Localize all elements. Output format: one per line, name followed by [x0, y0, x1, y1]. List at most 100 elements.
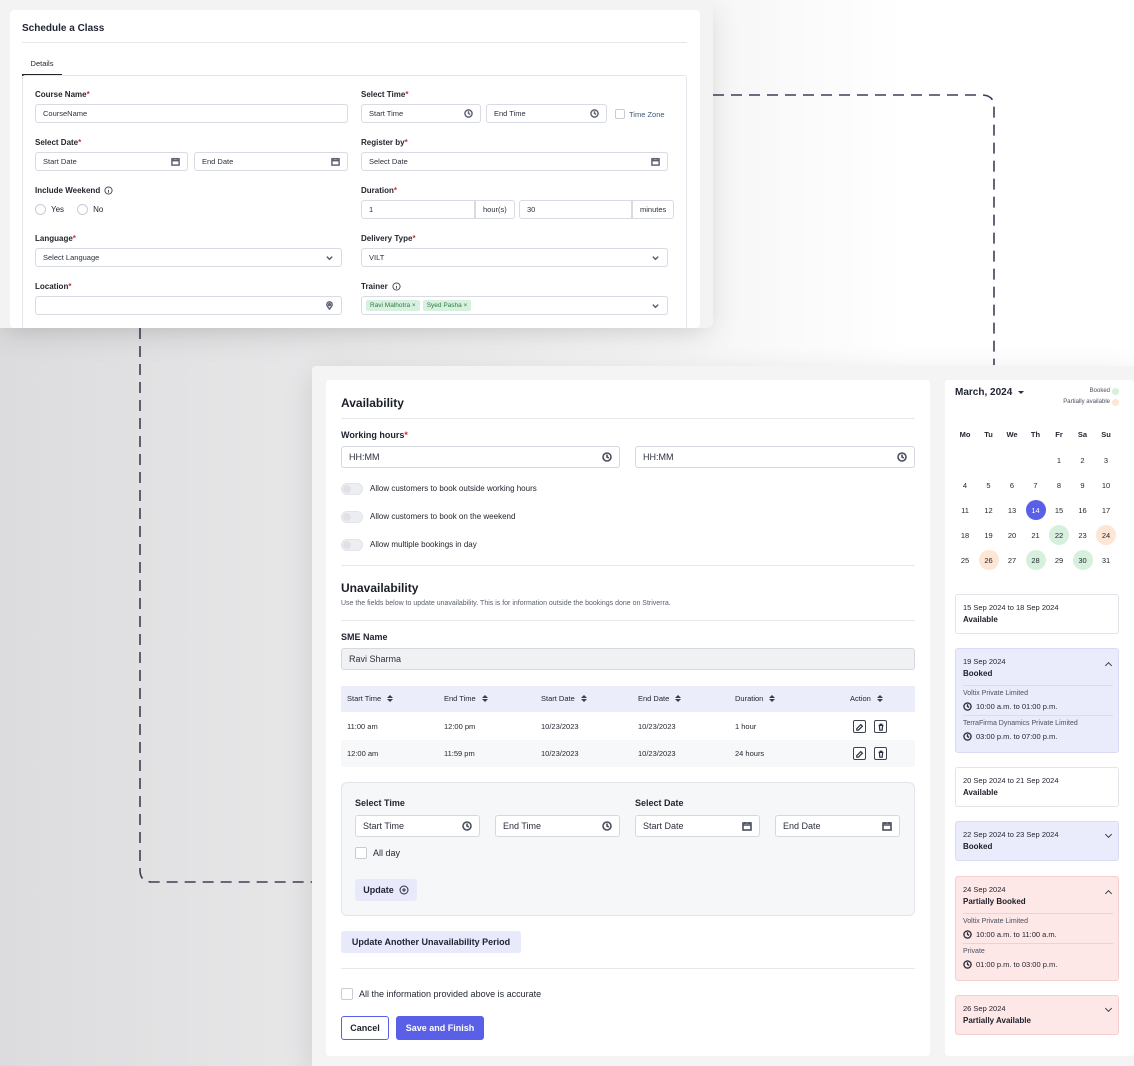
slot-status: Partially Booked — [963, 897, 1026, 906]
save-finish-button[interactable]: Save and Finish — [396, 1016, 484, 1040]
calendar-day[interactable]: 5 — [979, 475, 999, 495]
table-cell: 12:00 am — [347, 749, 379, 758]
unavail-start-time[interactable]: Start Time — [355, 815, 480, 837]
calendar-day[interactable]: 22 — [1049, 525, 1069, 545]
minutes-unit: minutes — [632, 200, 674, 219]
col-action[interactable]: Action — [850, 694, 883, 703]
end-time-input[interactable]: End Time — [486, 104, 607, 123]
working-hours-end[interactable]: HH:MM — [635, 446, 915, 468]
trainer-select[interactable]: Ravi Malhotra × Syed Pasha × — [361, 296, 668, 315]
cancel-button[interactable]: Cancel — [341, 1016, 389, 1040]
trainer-chip[interactable]: Syed Pasha × — [422, 300, 472, 311]
calendar-day[interactable]: 24 — [1096, 525, 1116, 545]
month-selector[interactable]: March, 2024 — [955, 387, 1025, 398]
unavail-start-date[interactable]: Start Date — [635, 815, 760, 837]
calendar-day[interactable]: 30 — [1072, 550, 1093, 570]
timezone-checkbox[interactable]: Time Zone — [615, 109, 665, 119]
calendar-day[interactable]: 25 — [955, 550, 975, 570]
clock-icon — [464, 109, 473, 118]
calendar-day[interactable]: 18 — [955, 525, 975, 545]
legend-partial-dot — [1112, 399, 1119, 406]
checkbox[interactable] — [355, 847, 367, 859]
toggle-weekend[interactable] — [341, 511, 363, 523]
working-hours-start[interactable]: HH:MM — [341, 446, 620, 468]
col-start-time[interactable]: Start Time — [347, 694, 394, 703]
booking-time: 01:00 p.m. to 03:00 p.m. — [963, 960, 1057, 969]
location-label: Location* — [35, 282, 72, 291]
calendar-day[interactable]: 15 — [1049, 500, 1069, 520]
radio-no[interactable] — [77, 204, 89, 215]
delete-button[interactable] — [874, 747, 887, 760]
calendar-day[interactable]: 4 — [955, 475, 975, 495]
calendar-day[interactable]: 10 — [1096, 475, 1116, 495]
duration-hours-input[interactable]: 1 — [361, 200, 475, 219]
start-time-input[interactable]: Start Time — [361, 104, 481, 123]
slot-card[interactable]: 20 Sep 2024 to 21 Sep 2024 Available — [955, 767, 1119, 807]
calendar-day[interactable]: 13 — [1002, 500, 1022, 520]
booking-org: Voltix Private Limited — [963, 918, 1028, 925]
calendar-day[interactable]: 26 — [978, 550, 999, 570]
calendar-day[interactable]: 27 — [1002, 550, 1022, 570]
accurate-checkbox[interactable]: All the information provided above is ac… — [341, 988, 541, 1000]
slot-card[interactable]: 24 Sep 2024 Partially Booked Voltix Priv… — [955, 876, 1119, 981]
slot-card[interactable]: 15 Sep 2024 to 18 Sep 2024 Available — [955, 594, 1119, 634]
course-name-input[interactable]: CourseName — [35, 104, 348, 123]
slot-card[interactable]: 26 Sep 2024 Partially Available — [955, 995, 1119, 1035]
calendar-day[interactable]: 12 — [979, 500, 999, 520]
chevron-down-icon[interactable] — [1104, 1004, 1113, 1013]
col-end-time[interactable]: End Time — [444, 694, 488, 703]
checkbox[interactable] — [615, 109, 625, 119]
calendar-day[interactable]: 6 — [1002, 475, 1022, 495]
calendar-day[interactable]: 28 — [1025, 550, 1046, 570]
calendar-day[interactable]: 2 — [1073, 450, 1093, 470]
calendar-day[interactable]: 7 — [1026, 475, 1046, 495]
toggle-outside-hours[interactable] — [341, 483, 363, 495]
calendar-day[interactable]: 19 — [979, 525, 999, 545]
radio-yes[interactable] — [35, 204, 46, 215]
calendar-day[interactable]: 31 — [1096, 550, 1116, 570]
toggle-multiple-bookings[interactable] — [341, 539, 363, 551]
duration-minutes-input[interactable]: 30 — [519, 200, 632, 219]
delivery-type-select[interactable]: VILT — [361, 248, 668, 267]
trainer-chip[interactable]: Ravi Malhotra × — [366, 300, 420, 311]
chevron-down-icon[interactable] — [1104, 830, 1113, 839]
tab-details[interactable]: Details — [22, 59, 62, 76]
calendar-day[interactable]: 17 — [1096, 500, 1116, 520]
table-cell: 12:00 pm — [444, 722, 476, 731]
calendar-day[interactable]: 21 — [1026, 525, 1046, 545]
edit-button[interactable] — [853, 747, 866, 760]
chevron-up-icon[interactable] — [1104, 661, 1113, 670]
chevron-up-icon[interactable] — [1104, 889, 1113, 898]
calendar-day[interactable]: 14 — [1025, 500, 1046, 520]
end-date-input[interactable]: End Date — [194, 152, 348, 171]
slot-status: Booked — [963, 669, 993, 678]
unavail-end-date[interactable]: End Date — [775, 815, 900, 837]
calendar-day[interactable]: 9 — [1073, 475, 1093, 495]
calendar-day[interactable]: 16 — [1073, 500, 1093, 520]
col-end-date[interactable]: End Date — [638, 694, 682, 703]
calendar-day[interactable]: 1 — [1049, 450, 1069, 470]
update-another-button[interactable]: Update Another Unavailability Period — [341, 931, 521, 953]
slot-card[interactable]: 22 Sep 2024 to 23 Sep 2024 Booked — [955, 821, 1119, 861]
start-date-input[interactable]: Start Date — [35, 152, 188, 171]
location-input[interactable] — [35, 296, 342, 315]
col-duration[interactable]: Duration — [735, 694, 776, 703]
calendar-day[interactable]: 29 — [1049, 550, 1069, 570]
slot-dates: 15 Sep 2024 to 18 Sep 2024 — [963, 603, 1059, 612]
unavail-end-time[interactable]: End Time — [495, 815, 620, 837]
language-select[interactable]: Select Language — [35, 248, 342, 267]
calendar-day[interactable]: 20 — [1002, 525, 1022, 545]
calendar-day[interactable]: 3 — [1096, 450, 1116, 470]
col-start-date[interactable]: Start Date — [541, 694, 587, 703]
delete-button[interactable] — [874, 720, 887, 733]
register-by-input[interactable]: Select Date — [361, 152, 668, 171]
all-day-checkbox[interactable]: All day — [355, 847, 400, 859]
calendar-day[interactable]: 23 — [1073, 525, 1093, 545]
slot-card[interactable]: 19 Sep 2024 Booked Voltix Private Limite… — [955, 648, 1119, 753]
calendar-icon — [742, 822, 752, 831]
checkbox[interactable] — [341, 988, 353, 1000]
edit-button[interactable] — [853, 720, 866, 733]
update-button[interactable]: Update — [355, 879, 417, 901]
calendar-day[interactable]: 8 — [1049, 475, 1069, 495]
calendar-day[interactable]: 11 — [955, 500, 975, 520]
